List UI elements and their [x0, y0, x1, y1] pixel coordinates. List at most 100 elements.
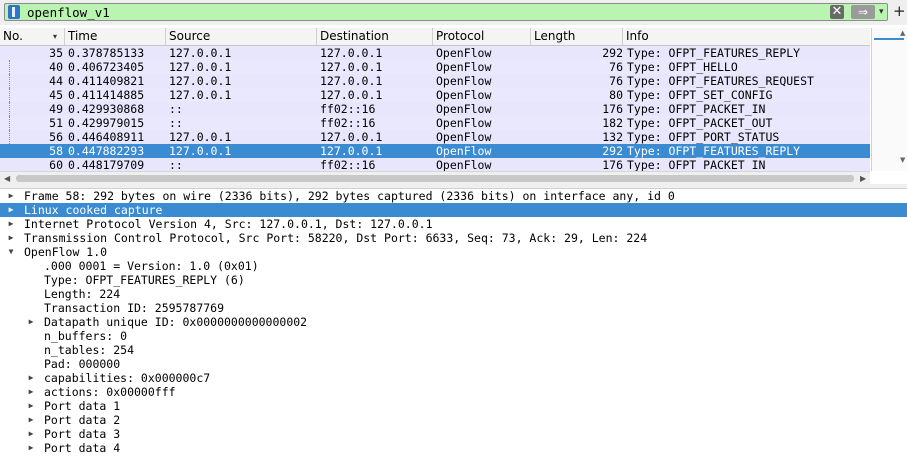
expand-arrow-icon[interactable]: ▶: [26, 315, 36, 329]
cell-dst: 127.0.0.1: [320, 130, 383, 144]
expand-arrow-icon[interactable]: ▶: [6, 203, 16, 217]
detail-tree-item[interactable]: ▶ Port data 1: [0, 399, 907, 413]
detail-tree-item[interactable]: ▶ Frame 58: 292 bytes on wire (2336 bits)…: [0, 189, 907, 203]
cell-no: 44: [49, 74, 63, 88]
detail-tree-text: Datapath unique ID: 0x0000000000000002: [44, 315, 308, 329]
packet-row[interactable]: 44 0.411409821 127.0.0.1 127.0.0.1 OpenFlow 7…: [0, 74, 870, 88]
detail-tree-item[interactable]: n_buffers: 0: [0, 329, 907, 343]
cell-dst: 127.0.0.1: [320, 144, 383, 158]
cell-no: 40: [49, 60, 63, 74]
packet-row[interactable]: 45 0.411414885 127.0.0.1 127.0.0.1 OpenFlow 8…: [0, 88, 870, 102]
detail-tree-text: Port data 2: [44, 413, 121, 427]
column-header-protocol[interactable]: Protocol: [433, 28, 531, 45]
scroll-down-icon[interactable]: ▼: [900, 156, 905, 164]
packet-row[interactable]: 35 0.378785133 127.0.0.1 127.0.0.1 OpenFlow 2…: [0, 46, 870, 60]
sort-descending-icon[interactable]: ▾: [53, 28, 57, 45]
expand-arrow-icon[interactable]: ▶: [26, 427, 36, 441]
cell-no: 45: [49, 88, 63, 102]
packet-minimap-scrollbar[interactable]: ▲ ▼: [871, 28, 907, 171]
detail-tree-text: Type: OFPT_FEATURES_REPLY (6): [44, 273, 245, 287]
cell-dst: 127.0.0.1: [320, 46, 383, 60]
expand-arrow-icon[interactable]: ▶: [6, 231, 16, 245]
expand-arrow-icon[interactable]: ▶: [6, 217, 16, 231]
cell-time: 0.411414885: [68, 88, 145, 102]
detail-tree-text: n_tables: 254: [44, 343, 135, 357]
scroll-up-icon[interactable]: ▲: [900, 29, 905, 37]
packet-row[interactable]: 60 0.448179709:: ff02::16 OpenFlow 176 Type: …: [0, 158, 870, 171]
cell-time: 0.446408911: [68, 130, 145, 144]
horizontal-scrollbar[interactable]: ◀ ▶: [0, 171, 870, 185]
column-header-no[interactable]: No. ▾: [0, 28, 65, 45]
cell-proto: OpenFlow: [436, 158, 492, 171]
detail-tree-item[interactable]: Pad: 000000: [0, 357, 907, 371]
collapse-arrow-icon[interactable]: ▼: [6, 245, 16, 259]
column-header-length[interactable]: Length: [531, 28, 623, 45]
column-header-destination[interactable]: Destination: [317, 28, 433, 45]
detail-tree-item[interactable]: ▶ Port data 4: [0, 441, 907, 455]
packet-row[interactable]: 56 0.446408911 127.0.0.1 127.0.0.1 OpenFlow 1…: [0, 130, 870, 144]
packet-row[interactable]: 51 0.429979015:: ff02::16 OpenFlow 182 Type: …: [0, 116, 870, 130]
cell-len: 182: [602, 116, 623, 130]
cell-dst: 127.0.0.1: [320, 60, 383, 74]
detail-tree-text: .000 0001 = Version: 1.0 (0x01): [44, 259, 259, 273]
cell-proto: OpenFlow: [436, 130, 492, 144]
display-filter-input[interactable]: openflow_v1 ✕ ⇒ ▾: [4, 3, 888, 21]
detail-tree-text: Port data 3: [44, 427, 121, 441]
bookmark-icon[interactable]: [8, 5, 20, 19]
detail-tree-item[interactable]: ▶ Port data 2: [0, 413, 907, 427]
detail-tree-item[interactable]: n_tables: 254: [0, 343, 907, 357]
scrollbar-thumb[interactable]: [16, 175, 854, 182]
detail-tree-item[interactable]: ▶ Datapath unique ID: 0x0000000000000002: [0, 315, 907, 329]
detail-tree-item[interactable]: Length: 224: [0, 287, 907, 301]
filter-history-dropdown-icon[interactable]: ▾: [879, 5, 884, 20]
expand-arrow-icon[interactable]: ▶: [6, 189, 16, 203]
cell-info: Type: OFPT_PACKET_OUT: [627, 116, 773, 130]
packet-row[interactable]: 49 0.429930868:: ff02::16 OpenFlow 176 Type: …: [0, 102, 870, 116]
packet-row-selected[interactable]: 58 0.447882293 127.0.0.1 127.0.0.1 OpenFlow 2…: [0, 144, 870, 158]
cell-len: 80: [609, 88, 623, 102]
expand-arrow-icon[interactable]: ▶: [26, 371, 36, 385]
add-filter-button-icon[interactable]: +: [893, 2, 906, 20]
cell-src: 127.0.0.1: [169, 144, 232, 158]
display-filter-text[interactable]: openflow_v1: [27, 5, 110, 20]
cell-time: 0.406723405: [68, 60, 145, 74]
detail-tree-item[interactable]: Transaction ID: 2595787769: [0, 301, 907, 315]
cell-no: 56: [49, 130, 63, 144]
conversation-tree-line: [9, 130, 11, 144]
apply-filter-icon[interactable]: ⇒: [851, 5, 875, 19]
detail-tree-text: Linux cooked capture: [24, 203, 163, 217]
cell-time: 0.429979015: [68, 116, 145, 130]
detail-tree-item[interactable]: Type: OFPT_FEATURES_REPLY (6): [0, 273, 907, 287]
cell-no: 60: [49, 158, 63, 171]
cell-src: ::: [169, 116, 183, 130]
cell-info: Type: OFPT_FEATURES_REPLY: [627, 144, 801, 158]
expand-arrow-icon[interactable]: ▶: [26, 441, 36, 455]
expand-arrow-icon[interactable]: ▶: [26, 399, 36, 413]
cell-no: 49: [49, 102, 63, 116]
packet-row[interactable]: 40 0.406723405 127.0.0.1 127.0.0.1 OpenFlow 7…: [0, 60, 870, 74]
detail-tree-item[interactable]: .000 0001 = Version: 1.0 (0x01): [0, 259, 907, 273]
detail-tree-item[interactable]: ▶ actions: 0x00000fff: [0, 385, 907, 399]
expand-arrow-icon[interactable]: ▶: [26, 413, 36, 427]
detail-tree-item[interactable]: ▶ Port data 3: [0, 427, 907, 441]
cell-proto: OpenFlow: [436, 46, 492, 60]
column-header-time[interactable]: Time: [65, 28, 166, 45]
cell-src: ::: [169, 158, 183, 171]
packet-list-header: No. ▾ Time Source Destination Protocol L…: [0, 28, 870, 46]
detail-tree-item[interactable]: ▶ Internet Protocol Version 4, Src: 127.0…: [0, 217, 907, 231]
cell-proto: OpenFlow: [436, 102, 492, 116]
detail-tree-item[interactable]: ▼ OpenFlow 1.0: [0, 245, 907, 259]
detail-tree-item-selected[interactable]: ▶ Linux cooked capture: [0, 203, 907, 217]
cell-len: 292: [602, 144, 623, 158]
display-filter-toolbar: openflow_v1 ✕ ⇒ ▾ +: [0, 0, 907, 25]
cell-dst: 127.0.0.1: [320, 74, 383, 88]
detail-tree-item[interactable]: ▶ capabilities: 0x000000c7: [0, 371, 907, 385]
column-header-info[interactable]: Info: [623, 28, 870, 45]
detail-tree-text: n_buffers: 0: [44, 329, 128, 343]
expand-arrow-icon[interactable]: ▶: [26, 385, 36, 399]
cell-len: 76: [609, 74, 623, 88]
clear-filter-icon[interactable]: ✕: [830, 5, 844, 19]
detail-tree-item[interactable]: ▶ Transmission Control Protocol, Src Port…: [0, 231, 907, 245]
conversation-tree-line: [9, 102, 11, 116]
column-header-source[interactable]: Source: [166, 28, 317, 45]
